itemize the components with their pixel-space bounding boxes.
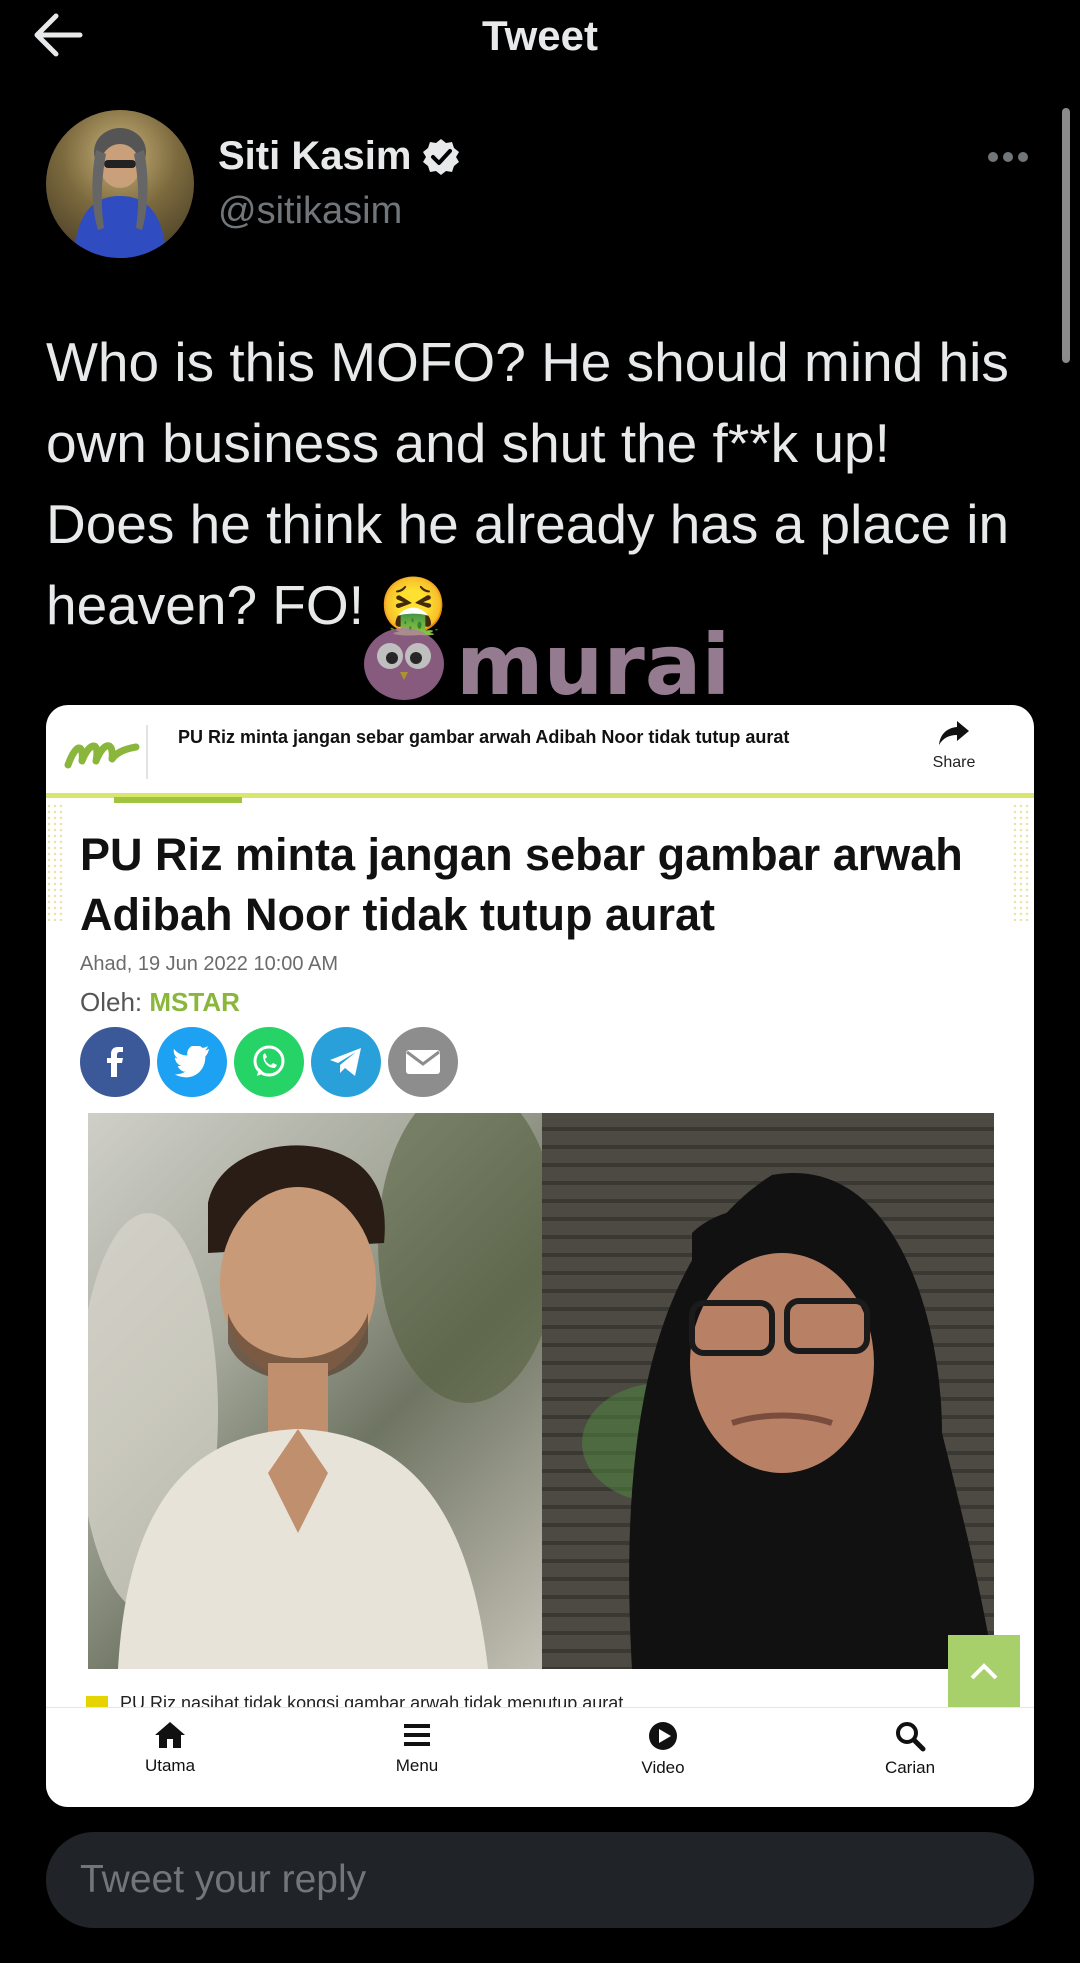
article-author: Oleh: MSTAR [80,987,240,1018]
watermark-text: murai [456,616,730,710]
verified-badge-icon [423,138,460,175]
home-icon [155,1722,185,1748]
nav-home-label: Utama [144,1756,196,1775]
top-bar: Tweet [0,0,1080,70]
avatar[interactable] [46,110,194,258]
author-source-link[interactable]: MSTAR [149,987,240,1017]
telegram-icon[interactable] [311,1027,381,1097]
nav-video-label: Video [641,1758,685,1777]
article-headline[interactable]: PU Riz minta jangan sebar gambar arwah A… [80,825,1000,945]
nav-search[interactable]: Carian [840,1720,980,1778]
nav-menu[interactable]: Menu [347,1720,487,1776]
avatar-photo [74,128,166,258]
whatsapp-icon[interactable] [234,1027,304,1097]
play-icon [649,1722,677,1750]
author-handle[interactable]: @sitikasim [218,190,402,233]
article-image[interactable] [88,1113,994,1669]
nav-home[interactable]: Utama [100,1720,240,1776]
share-icon-row [80,1027,458,1097]
nav-menu-label: Menu [395,1756,439,1775]
reply-input[interactable]: Tweet your reply [46,1832,1034,1928]
scrollbar[interactable] [1062,108,1070,363]
tweet-text: Who is this MOFO? He should mind his own… [46,331,1010,636]
nav-search-label: Carian [884,1758,936,1777]
page-title: Tweet [482,12,598,59]
article-date: Ahad, 19 Jun 2022 10:00 AM [80,953,338,975]
watermark-logo: murai [364,616,730,710]
chevron-up-icon [970,1663,998,1680]
menu-icon [404,1724,430,1746]
email-icon[interactable] [388,1027,458,1097]
search-icon [896,1722,926,1752]
more-options-icon[interactable] [986,150,1030,164]
article-header-title: PU Riz minta jangan sebar gambar arwah A… [178,727,790,747]
share-label: Share [932,754,976,771]
reply-placeholder: Tweet your reply [80,1858,367,1901]
photo-woman [542,1113,994,1669]
article-card-header: PU Riz minta jangan sebar gambar arwah A… [46,705,1034,797]
accent-tab [114,797,242,803]
mstar-logo-icon [64,742,140,769]
author-name-row[interactable]: Siti Kasim [218,134,461,179]
nav-video[interactable]: Video [593,1720,733,1778]
photo-man [88,1113,542,1669]
article-bottom-nav: Utama Menu Video Carian [46,1707,1034,1807]
article-card[interactable]: PU Riz minta jangan sebar gambar arwah A… [46,705,1034,1807]
share-arrow-icon [939,721,969,745]
facebook-icon[interactable] [80,1027,150,1097]
author-name[interactable]: Siti Kasim [218,134,411,179]
twitter-icon[interactable] [157,1027,227,1097]
author-label: Oleh: [80,987,143,1017]
header-divider [146,725,148,779]
dot-pattern-right [1012,803,1032,921]
dot-pattern-left [46,803,64,921]
share-button[interactable]: Share [918,719,990,772]
